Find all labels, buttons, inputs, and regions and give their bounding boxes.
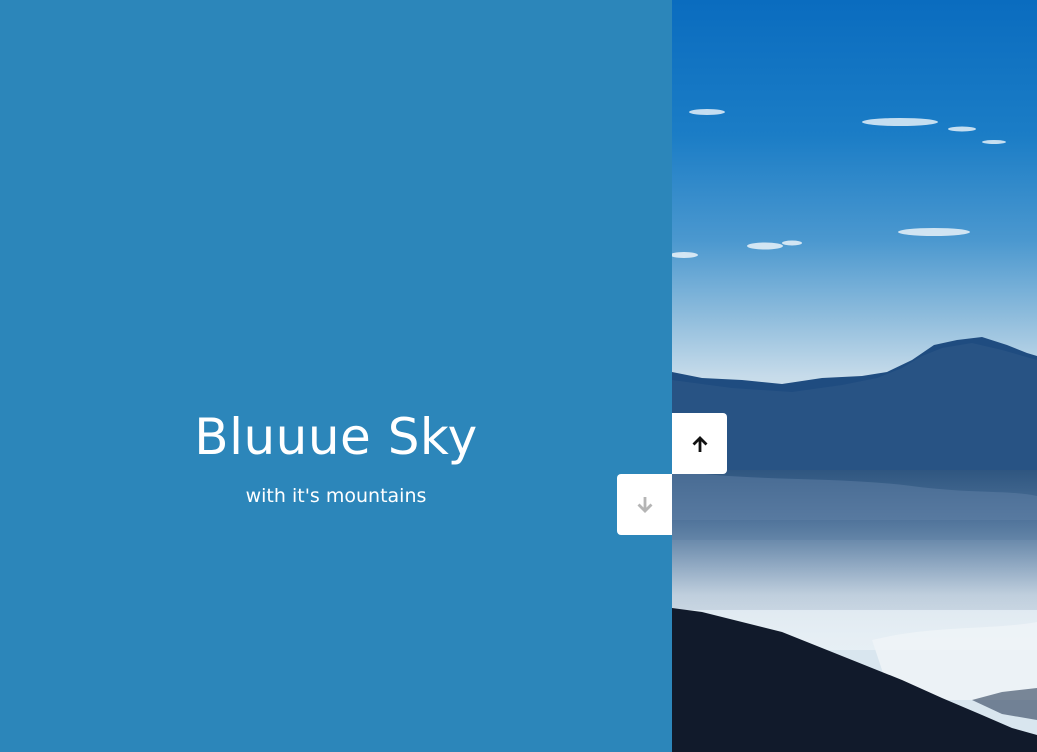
mountain-photo-illustration bbox=[672, 0, 1037, 752]
arrow-down-icon bbox=[637, 496, 652, 513]
vertical-split-slider: Bluuue Sky with it's mountains bbox=[0, 0, 1037, 752]
mountain-photo bbox=[672, 0, 1037, 752]
slide-subtitle: with it's mountains bbox=[245, 485, 427, 507]
next-slide-button[interactable] bbox=[617, 474, 672, 535]
arrow-up-icon bbox=[692, 435, 707, 452]
previous-slide-button[interactable] bbox=[672, 413, 727, 474]
slide-title: Bluuue Sky bbox=[194, 408, 478, 466]
text-panel: Bluuue Sky with it's mountains bbox=[0, 0, 672, 752]
